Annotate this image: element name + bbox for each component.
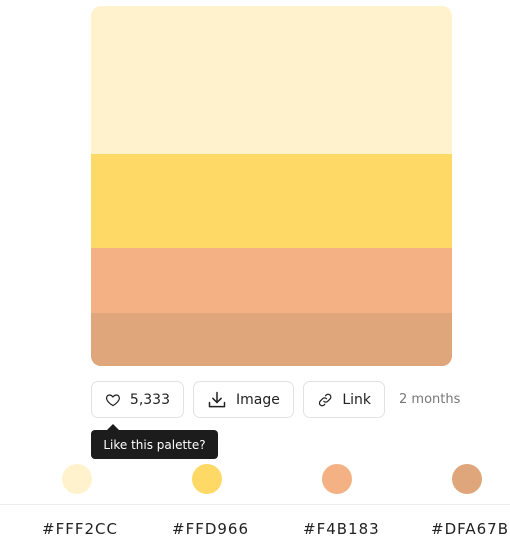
like-count: 5,333 — [129, 391, 170, 408]
image-button[interactable]: Image — [193, 381, 294, 418]
link-button-label: Link — [342, 391, 371, 408]
palette-swatch-2[interactable] — [91, 154, 452, 248]
palette-swatch-3[interactable] — [91, 248, 452, 313]
palette-age: 2 months — [399, 392, 461, 407]
color-dots — [0, 464, 510, 496]
color-code-4[interactable]: #DFA67B — [431, 520, 509, 538]
palette-swatch-4[interactable] — [91, 313, 452, 366]
color-code-3[interactable]: #F4B183 — [303, 520, 380, 538]
color-code-1[interactable]: #FFF2CC — [42, 520, 118, 538]
like-tooltip-text: Like this palette? — [103, 437, 206, 452]
color-code-2[interactable]: #FFD966 — [172, 520, 249, 538]
download-icon — [208, 391, 226, 407]
link-button[interactable]: Link — [303, 381, 385, 418]
like-tooltip: Like this palette? — [91, 424, 218, 459]
palette-preview[interactable] — [91, 6, 452, 366]
palette-swatch-1[interactable] — [91, 6, 452, 154]
color-codes: #FFF2CC #FFD966 #F4B183 #DFA67B — [0, 520, 510, 542]
palette-actions: 5,333 Image Link 2 months — [91, 381, 460, 418]
divider — [0, 504, 510, 505]
link-icon — [318, 393, 332, 406]
heart-icon — [105, 393, 120, 406]
color-dot-4[interactable] — [452, 464, 482, 494]
color-dot-2[interactable] — [192, 464, 222, 494]
image-button-label: Image — [236, 391, 280, 408]
color-dot-1[interactable] — [62, 464, 92, 494]
color-dot-3[interactable] — [322, 464, 352, 494]
like-button[interactable]: 5,333 — [91, 381, 184, 418]
